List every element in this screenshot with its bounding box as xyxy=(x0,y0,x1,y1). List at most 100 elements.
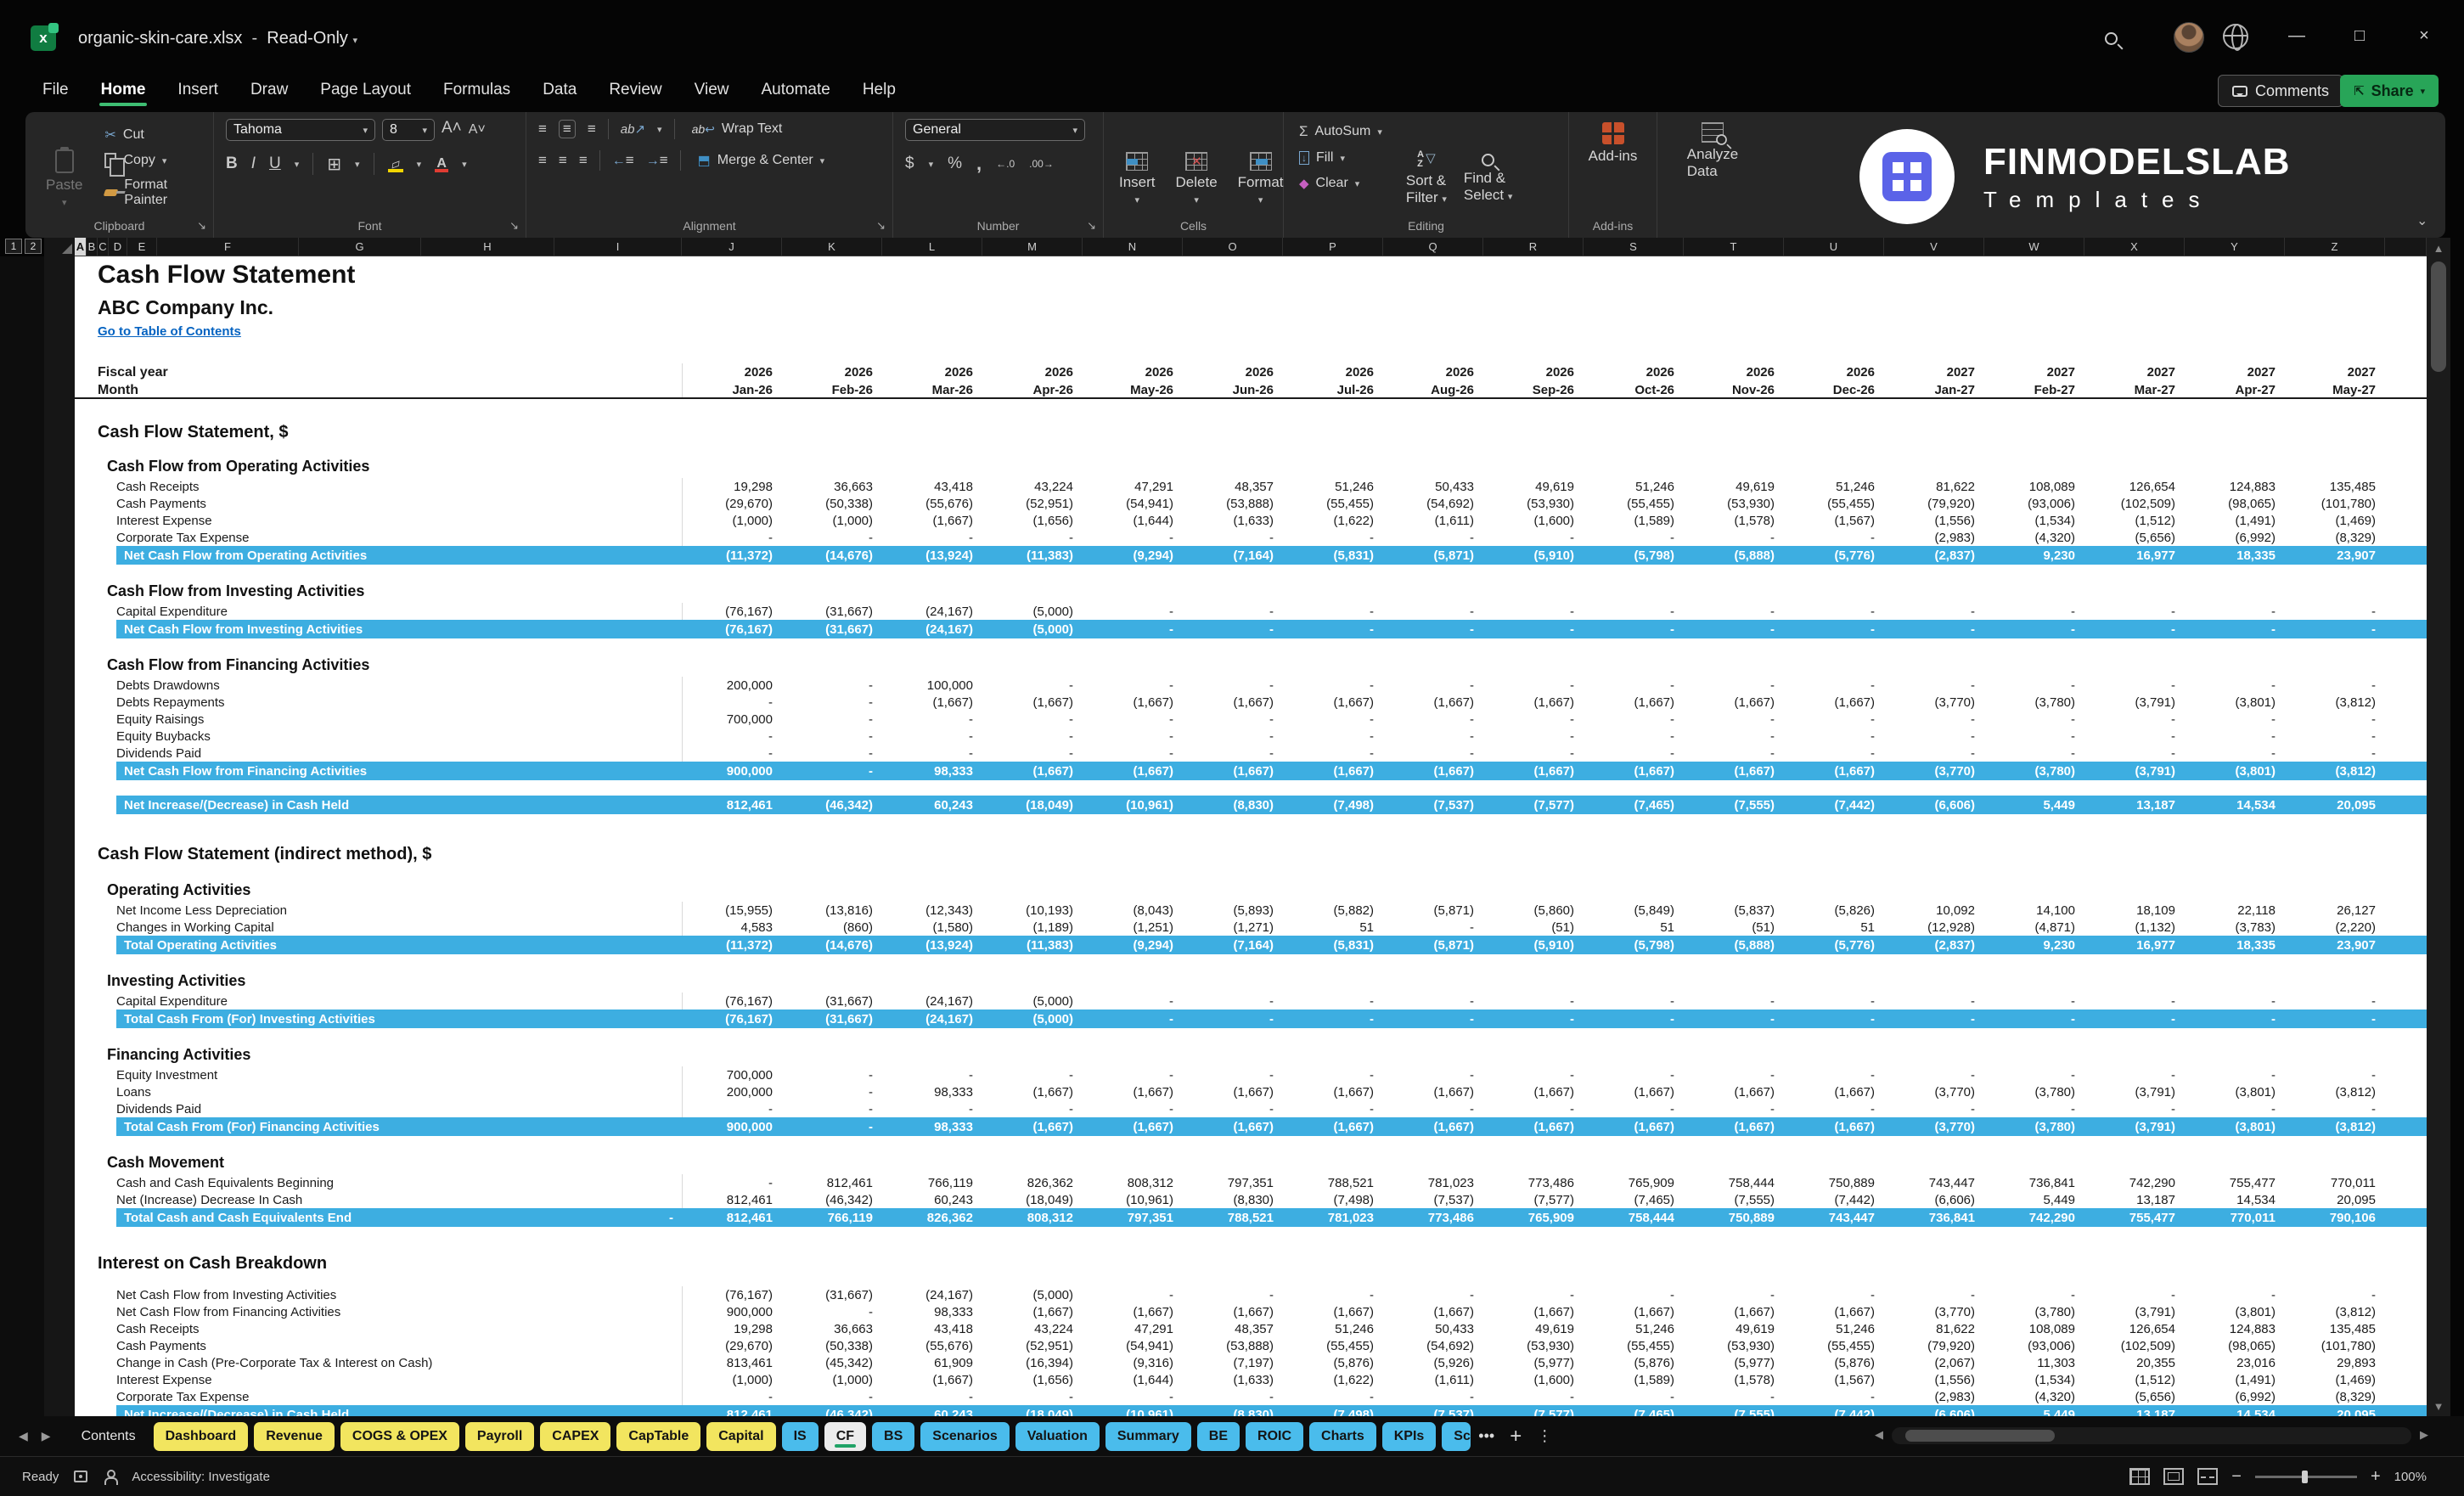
cell-value[interactable]: 790,106 xyxy=(2285,1208,2385,1227)
cell-value[interactable]: (93,006) xyxy=(1984,495,2084,512)
cell-value[interactable]: (55,455) xyxy=(1584,1337,1684,1354)
cell-value[interactable]: - xyxy=(1183,1286,1283,1303)
cell-value[interactable]: (1,667) xyxy=(1083,1303,1183,1320)
cell-value[interactable]: 2026 xyxy=(782,363,882,381)
cell-value[interactable]: (6,606) xyxy=(1884,1405,1984,1416)
cell-value[interactable]: (102,509) xyxy=(2084,1337,2185,1354)
account-avatar[interactable] xyxy=(2174,22,2204,53)
cell-value[interactable]: - xyxy=(1684,1388,1784,1405)
cell-value[interactable]: (1,000) xyxy=(682,512,782,529)
sheet-tab-charts[interactable]: Charts xyxy=(1309,1422,1376,1451)
cell-value[interactable]: 43,418 xyxy=(882,1320,982,1337)
cell-value[interactable]: (1,667) xyxy=(982,762,1083,780)
cell-value[interactable]: (9,294) xyxy=(1083,546,1183,565)
cell-value[interactable]: - xyxy=(1183,1066,1283,1083)
cell-value[interactable]: (15,955) xyxy=(682,902,782,919)
cell-value[interactable]: (102,509) xyxy=(2084,495,2185,512)
cell-value[interactable]: - xyxy=(782,677,882,694)
row-label[interactable]: Net Cash Flow from Investing Activities xyxy=(75,620,682,638)
clipboard-dialog-launcher-icon[interactable]: ↘ xyxy=(197,219,206,233)
cell-value[interactable]: - xyxy=(2185,1286,2285,1303)
row-label[interactable]: Changes in Working Capital xyxy=(75,919,682,936)
cell-value[interactable]: - xyxy=(1684,1286,1784,1303)
column-header-B[interactable]: B xyxy=(87,238,98,256)
cell-value[interactable]: Dec-26 xyxy=(1784,381,1884,399)
cell-value[interactable]: - xyxy=(1584,711,1684,728)
cell-value[interactable]: - xyxy=(2084,745,2185,762)
cell-value[interactable]: - xyxy=(782,711,882,728)
cell-value[interactable]: 808,312 xyxy=(1083,1174,1183,1191)
cell-value[interactable]: - xyxy=(1083,1010,1183,1028)
cell-value[interactable]: - xyxy=(1884,603,1984,620)
cell-value[interactable]: (5,888) xyxy=(1684,546,1784,565)
cell-value[interactable]: - xyxy=(1584,1286,1684,1303)
align-center-icon[interactable]: ≡ xyxy=(559,152,567,169)
cell-value[interactable]: - xyxy=(1483,1100,1584,1117)
cell-value[interactable]: - xyxy=(1383,728,1483,745)
cell-value[interactable]: (5,876) xyxy=(1784,1354,1884,1371)
row-label[interactable] xyxy=(75,445,682,455)
cell-value[interactable]: 2026 xyxy=(982,363,1083,381)
column-header-Z[interactable]: Z xyxy=(2285,238,2385,256)
cell-value[interactable]: (7,555) xyxy=(1684,796,1784,814)
cell-value[interactable]: 812,461 xyxy=(682,1208,782,1227)
addins-button[interactable]: Add-ins xyxy=(1569,119,1657,168)
cell-value[interactable]: 2026 xyxy=(682,363,782,381)
column-header-X[interactable]: X xyxy=(2084,238,2185,256)
cell-value[interactable]: (11,372) xyxy=(682,546,782,565)
number-format-select[interactable]: General▾ xyxy=(905,119,1085,141)
cell-value[interactable]: - xyxy=(782,1117,882,1136)
cell-value[interactable]: 770,011 xyxy=(2185,1208,2285,1227)
cell-value[interactable]: (2,220) xyxy=(2285,919,2385,936)
row-label[interactable] xyxy=(75,565,682,580)
sheet-tab-scenarios[interactable]: Scenarios xyxy=(920,1422,1009,1451)
cell-value[interactable]: - xyxy=(1383,1388,1483,1405)
comma-format-icon[interactable]: , xyxy=(976,153,982,175)
cell-value[interactable]: 9,230 xyxy=(1984,936,2084,954)
cell-value[interactable]: (1,644) xyxy=(1083,1371,1183,1388)
cell-value[interactable]: - xyxy=(1684,1100,1784,1117)
cell-value[interactable]: - xyxy=(982,529,1083,546)
cell-value[interactable]: - xyxy=(1483,1286,1584,1303)
cell-value[interactable]: 135,485 xyxy=(2285,1320,2385,1337)
cell-value[interactable]: 700,000 xyxy=(682,1066,782,1083)
cell-value[interactable]: (1,667) xyxy=(1684,762,1784,780)
cell-value[interactable]: - xyxy=(2285,603,2385,620)
cell-value[interactable]: 98,333 xyxy=(882,1117,982,1136)
row-label[interactable]: Interest Expense xyxy=(75,512,682,529)
cell-value[interactable]: - xyxy=(1884,1100,1984,1117)
cell-value[interactable]: - xyxy=(782,1083,882,1100)
minimize-button[interactable]: — xyxy=(2274,19,2320,53)
merge-center-button[interactable]: ⬒ Merge & Center▾ xyxy=(693,149,830,172)
cell-value[interactable]: - xyxy=(1784,1388,1884,1405)
cell-value[interactable]: (12,343) xyxy=(882,902,982,919)
cell-value[interactable]: 758,444 xyxy=(1584,1208,1684,1227)
sheet-tab-capital[interactable]: Capital xyxy=(706,1422,775,1451)
cell-value[interactable]: (7,498) xyxy=(1283,1191,1383,1208)
cell-value[interactable]: - xyxy=(1383,993,1483,1010)
cell-value[interactable]: (8,329) xyxy=(2285,1388,2385,1405)
cell-value[interactable]: (5,000) xyxy=(982,603,1083,620)
cell-value[interactable]: 826,362 xyxy=(882,1208,982,1227)
row-label[interactable] xyxy=(75,1276,682,1286)
cell-value[interactable]: 797,351 xyxy=(1083,1208,1183,1227)
cell-value[interactable]: (31,667) xyxy=(782,993,882,1010)
cell-value[interactable]: (1,667) xyxy=(1684,694,1784,711)
cell-value[interactable]: 51,246 xyxy=(1283,478,1383,495)
cell-value[interactable]: Apr-27 xyxy=(2185,381,2285,399)
menu-tab-insert[interactable]: Insert xyxy=(164,72,232,108)
cell-value[interactable]: - xyxy=(1483,1388,1584,1405)
cell-value[interactable]: 773,486 xyxy=(1383,1208,1483,1227)
cell-value[interactable]: 23,907 xyxy=(2285,546,2385,565)
cell-value[interactable]: 2026 xyxy=(1584,363,1684,381)
cell-value[interactable]: - xyxy=(1283,677,1383,694)
cell-value[interactable]: - xyxy=(1283,1388,1383,1405)
menu-tab-automate[interactable]: Automate xyxy=(747,72,843,108)
cell-value[interactable]: - xyxy=(2285,1100,2385,1117)
cell-value[interactable]: (1,667) xyxy=(1383,1083,1483,1100)
sheet-tab-revenue[interactable]: Revenue xyxy=(254,1422,335,1451)
cell-value[interactable]: - xyxy=(1183,1010,1283,1028)
cell-value[interactable]: (1,667) xyxy=(1483,1083,1584,1100)
cell-value[interactable]: Jul-26 xyxy=(1283,381,1383,399)
increase-decimal-icon[interactable]: ←.0 xyxy=(996,158,1015,170)
